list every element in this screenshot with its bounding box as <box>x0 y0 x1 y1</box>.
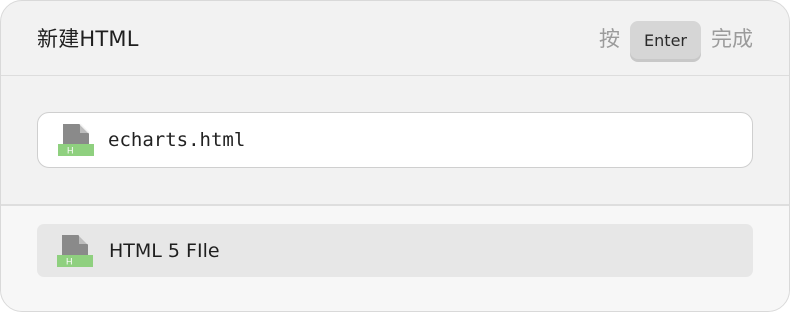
enter-key-badge: Enter <box>630 21 701 59</box>
filename-value: echarts.html <box>108 129 246 151</box>
hint-suffix: 完成 <box>711 27 753 51</box>
html-file-icon: H <box>57 233 93 267</box>
svg-text:H: H <box>66 256 73 266</box>
html-file-icon: H <box>58 123 94 156</box>
dialog-title: 新建HTML <box>37 27 139 51</box>
filename-section: H echarts.html <box>1 76 789 206</box>
list-item-html5-file[interactable]: H HTML 5 FIle <box>37 224 753 277</box>
svg-text:H: H <box>67 146 74 156</box>
list-item-label: HTML 5 FIle <box>109 239 220 262</box>
hint-prefix: 按 <box>599 27 621 51</box>
dialog-header: 新建HTML 按 Enter 完成 <box>1 1 789 76</box>
file-type-list: H HTML 5 FIle <box>1 206 789 311</box>
filename-input[interactable]: H echarts.html <box>37 112 753 168</box>
enter-hint: 按 Enter 完成 <box>599 19 753 59</box>
new-html-dialog: 新建HTML 按 Enter 完成 H echarts.html H HTML … <box>0 0 790 312</box>
